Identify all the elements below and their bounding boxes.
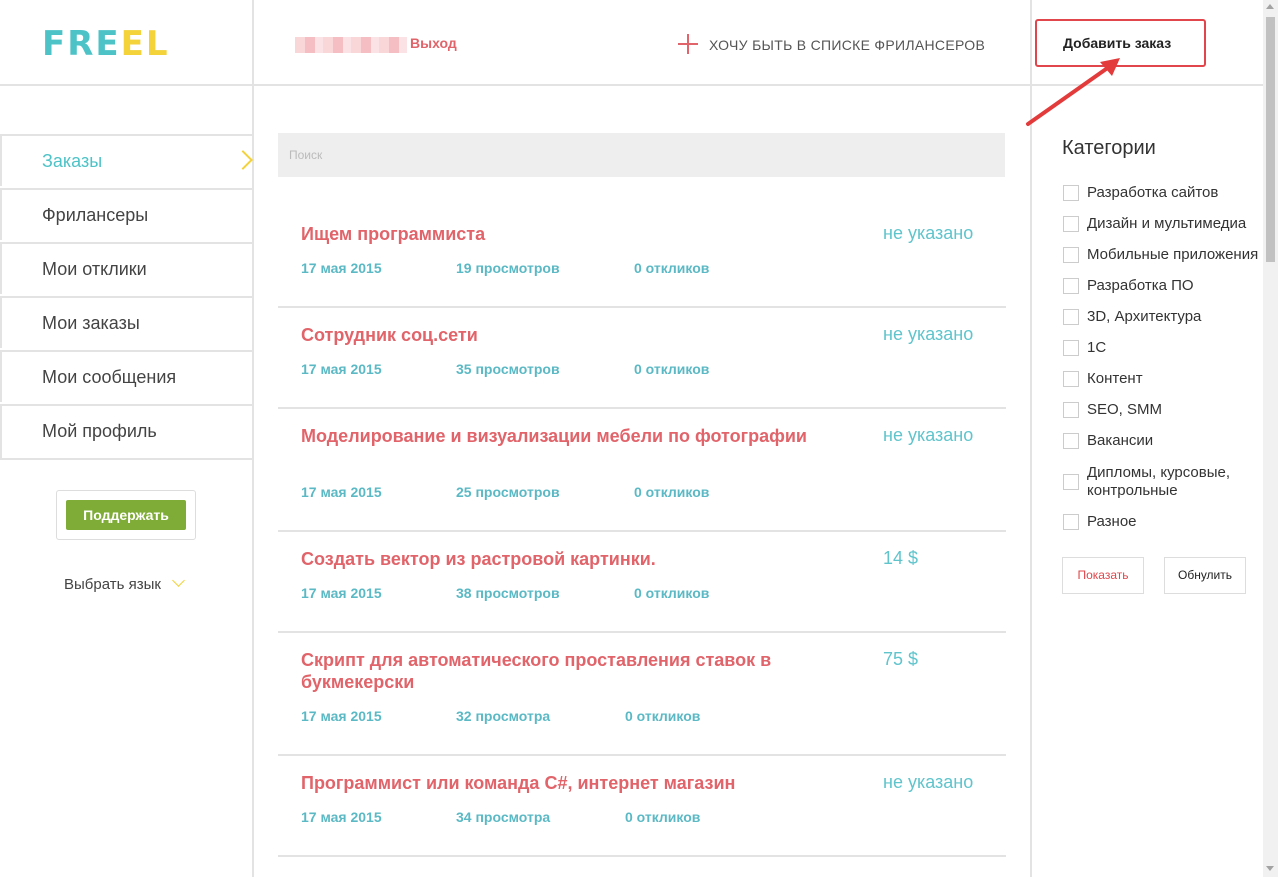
category-label[interactable]: 3D, Архитектура [1087, 308, 1262, 326]
category-checkbox[interactable] [1063, 371, 1079, 387]
list-separator [278, 754, 1006, 756]
order-date: 17 мая 2015 [301, 809, 382, 825]
order-title[interactable]: Сотрудник соц.сети [301, 324, 851, 346]
support-button[interactable]: Поддержать [66, 500, 186, 530]
search-input[interactable] [278, 133, 1005, 177]
plus-icon[interactable] [678, 34, 698, 54]
category-label[interactable]: Дизайн и мультимедиа [1087, 215, 1262, 233]
category-label[interactable]: Контент [1087, 370, 1262, 388]
logo-text-e: E [120, 24, 146, 64]
logo-text-right: L [145, 24, 170, 64]
list-separator [278, 855, 1006, 857]
order-views: 34 просмотра [456, 809, 551, 825]
order-price: не указано [883, 772, 974, 792]
order-date: 17 мая 2015 [301, 260, 382, 276]
sidebar-item-my-responses[interactable]: Мои отклики [0, 242, 254, 294]
order-date: 17 мая 2015 [301, 585, 382, 601]
logout-link[interactable]: Выход [410, 35, 457, 51]
reset-button[interactable]: Обнулить [1164, 557, 1246, 594]
sidebar-item-label: Фрилансеры [42, 205, 149, 225]
list-separator [278, 407, 1006, 409]
order-price: не указано [883, 324, 974, 344]
order-responses: 0 откликов [625, 809, 701, 825]
category-label[interactable]: SEO, SMM [1087, 401, 1262, 419]
category-checkbox[interactable] [1063, 216, 1079, 232]
order-responses: 0 откликов [634, 260, 710, 276]
category-checkbox[interactable] [1063, 309, 1079, 325]
category-label[interactable]: Вакансии [1087, 432, 1262, 450]
order-title[interactable]: Ищем программиста [301, 223, 851, 245]
sidebar-item-my-profile[interactable]: Мой профиль [0, 404, 254, 460]
category-checkbox[interactable] [1063, 340, 1079, 356]
order-date: 17 мая 2015 [301, 361, 382, 377]
order-responses: 0 откликов [634, 484, 710, 500]
order-price: 75 $ [883, 649, 919, 669]
sidebar-item-label: Мой профиль [42, 421, 157, 441]
category-checkbox[interactable] [1063, 514, 1079, 530]
order-title[interactable]: Скрипт для автоматического проставления … [301, 649, 851, 693]
annotation-arrow-icon [1026, 58, 1120, 126]
order-title[interactable]: Программист или команда C#, интернет маг… [301, 772, 851, 794]
order-views: 25 просмотров [456, 484, 560, 500]
order-date: 17 мая 2015 [301, 708, 382, 724]
sidebar-item-freelancers[interactable]: Фрилансеры [0, 188, 254, 240]
order-responses: 0 откликов [625, 708, 701, 724]
category-checkbox[interactable] [1063, 278, 1079, 294]
sidebar-item-my-messages[interactable]: Мои сообщения [0, 350, 254, 402]
logo[interactable]: FREEL [42, 26, 170, 62]
order-views: 19 просмотров [456, 260, 560, 276]
list-separator [278, 631, 1006, 633]
list-separator [278, 306, 1006, 308]
order-responses: 0 откликов [634, 361, 710, 377]
category-label[interactable]: Разработка сайтов [1087, 184, 1262, 202]
order-views: 32 просмотра [456, 708, 551, 724]
scrollbar-thumb[interactable] [1266, 17, 1275, 262]
order-price: 14 $ [883, 548, 919, 568]
language-selector[interactable]: Выбрать язык [64, 576, 161, 593]
username-blurred [295, 37, 407, 53]
sidebar-item-orders[interactable]: Заказы [0, 134, 254, 186]
order-views: 38 просмотров [456, 585, 560, 601]
category-checkbox[interactable] [1063, 247, 1079, 263]
category-checkbox[interactable] [1063, 433, 1079, 449]
list-separator [278, 530, 1006, 532]
categories-title: Категории [1062, 137, 1156, 159]
category-checkbox[interactable] [1063, 185, 1079, 201]
category-label[interactable]: Дипломы, курсовые, контрольные [1087, 464, 1247, 500]
order-title[interactable]: Моделирование и визуализации мебели по ф… [301, 425, 851, 447]
order-price: не указано [883, 425, 974, 445]
category-checkbox[interactable] [1063, 474, 1079, 490]
chevron-right-icon [233, 150, 253, 170]
category-label[interactable]: Мобильные приложения [1087, 246, 1262, 264]
sidebar-item-label: Мои сообщения [42, 367, 177, 387]
order-responses: 0 откликов [634, 585, 710, 601]
chevron-down-icon[interactable] [172, 574, 185, 587]
sidebar-item-my-orders[interactable]: Мои заказы [0, 296, 254, 348]
scroll-down-arrow-icon[interactable] [1266, 866, 1274, 871]
scroll-up-arrow-icon[interactable] [1266, 4, 1274, 9]
sidebar-item-label: Мои заказы [42, 313, 140, 333]
order-title[interactable]: Создать вектор из растровой картинки. [301, 548, 851, 570]
category-checkbox[interactable] [1063, 402, 1079, 418]
show-button[interactable]: Показать [1062, 557, 1144, 594]
category-label[interactable]: 1С [1087, 339, 1262, 357]
order-date: 17 мая 2015 [301, 484, 382, 500]
order-price: не указано [883, 223, 974, 243]
order-views: 35 просмотров [456, 361, 560, 377]
category-label[interactable]: Разработка ПО [1087, 277, 1262, 295]
logo-text-left: FRE [42, 24, 121, 64]
right-panel-divider [1030, 0, 1032, 877]
sidebar-item-label: Мои отклики [42, 259, 147, 279]
want-freelancer-list-link[interactable]: ХОЧУ БЫТЬ В СПИСКЕ ФРИЛАНСЕРОВ [709, 37, 985, 53]
sidebar-item-label: Заказы [42, 151, 103, 171]
category-label[interactable]: Разное [1087, 513, 1262, 531]
